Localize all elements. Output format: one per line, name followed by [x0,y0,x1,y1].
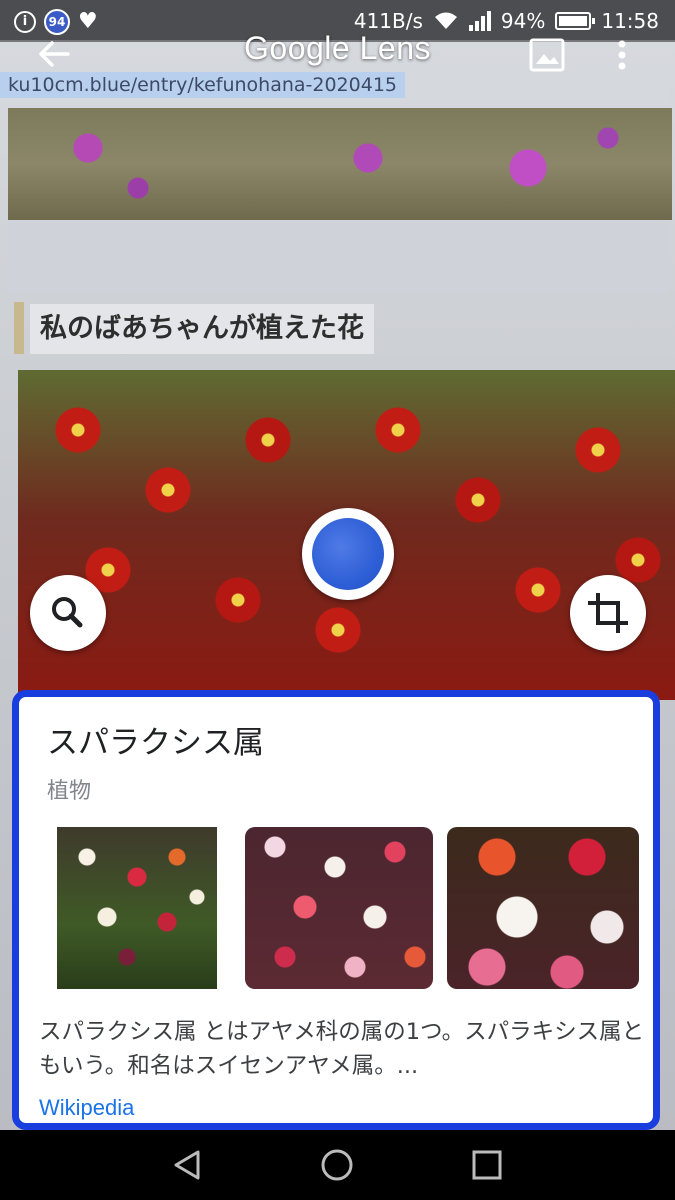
nav-recents-icon[interactable] [464,1142,510,1188]
photographed-purple-flowers-image [8,108,672,220]
result-category: 植物 [47,779,92,804]
more-options-icon[interactable] [606,36,638,74]
shutter-button[interactable] [302,508,394,600]
photographed-heading-bar [14,302,24,354]
result-image-1[interactable] [57,827,217,989]
shutter-preview [312,518,384,590]
photographed-url-text: ku10cm.blue/entry/kefunohana-2020415 [0,72,405,98]
result-image-3[interactable] [447,827,639,989]
crop-button[interactable] [570,575,646,651]
result-image-row [49,827,639,993]
result-image-2[interactable] [245,827,433,989]
nav-back-icon[interactable] [164,1142,210,1188]
gallery-icon[interactable] [528,36,566,74]
result-description: スパラクシス属 とはアヤメ科の属の1つ。スパラキシス属ともいう。和名はスイセンア… [39,1019,645,1079]
lens-top-bar: Google Lens [0,28,675,74]
search-button[interactable] [30,575,106,651]
navigation-bar [0,1130,675,1200]
wikipedia-link[interactable]: Wikipedia [39,1095,134,1121]
search-icon [52,597,83,628]
crop-icon [588,593,628,633]
app-title: Google Lens [244,30,431,66]
photographed-heading-text: 私のばあちゃんが植えた花 [30,304,374,354]
result-title: スパラクシス属 [47,725,264,761]
result-card[interactable]: スパラクシス属 植物 スパラクシス属 とはアヤメ科の属の1つ。スパラキシス属とも… [12,690,660,1130]
photographed-divider [8,222,668,294]
nav-home-icon[interactable] [314,1142,360,1188]
